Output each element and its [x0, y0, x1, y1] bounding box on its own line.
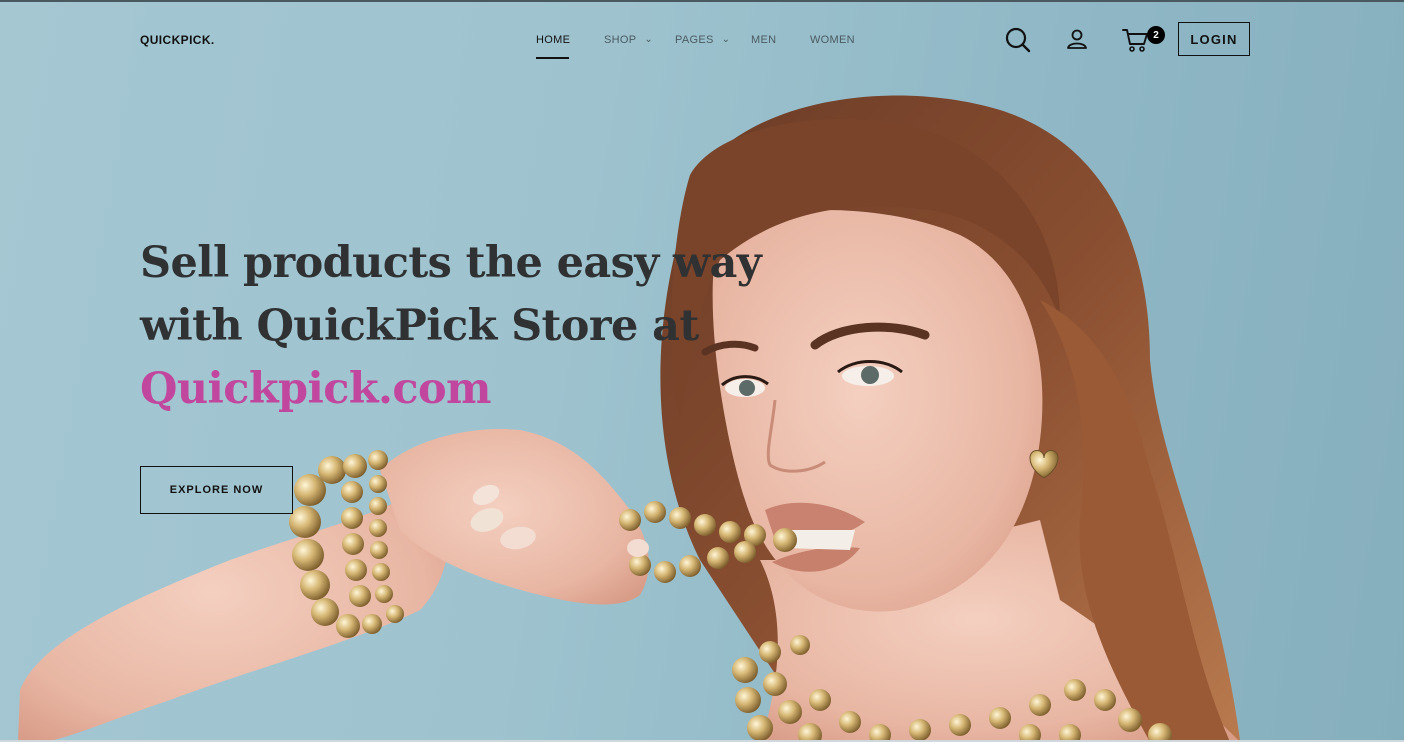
explore-now-button[interactable]: EXPLORE NOW — [140, 466, 293, 514]
hero-headline-line-2: with QuickPick Store at — [140, 301, 699, 351]
hero-headline-line-1: Sell products the easy way — [140, 238, 762, 288]
nav-men[interactable]: MEN — [751, 34, 776, 46]
cart-count-badge: 2 — [1147, 26, 1165, 44]
user-icon[interactable] — [1066, 28, 1088, 50]
nav-shop[interactable]: SHOP ⌄ — [604, 33, 654, 47]
hero-headline: Sell products the easy way with QuickPic… — [140, 232, 762, 421]
nav-shop-label: SHOP — [604, 34, 637, 46]
site-logo[interactable]: QUICKPICK. — [140, 33, 215, 47]
nav-home[interactable]: HOME — [536, 34, 570, 46]
nav-men-label: MEN — [751, 34, 777, 46]
nav-pages[interactable]: PAGES ⌄ — [675, 33, 731, 47]
nav-pages-label: PAGES — [675, 34, 714, 46]
active-nav-indicator — [536, 57, 569, 59]
nav-women[interactable]: WOMEN — [810, 34, 855, 46]
search-icon[interactable] — [1004, 26, 1032, 54]
nav-women-label: WOMEN — [810, 34, 855, 46]
login-button[interactable]: LOGIN — [1178, 22, 1250, 56]
nav-home-label: HOME — [536, 34, 571, 46]
hero-headline-accent: Quickpick.com — [140, 364, 492, 414]
cart-icon[interactable] — [1122, 27, 1150, 53]
chevron-down-icon: ⌄ — [721, 33, 731, 45]
chevron-down-icon: ⌄ — [644, 33, 654, 45]
